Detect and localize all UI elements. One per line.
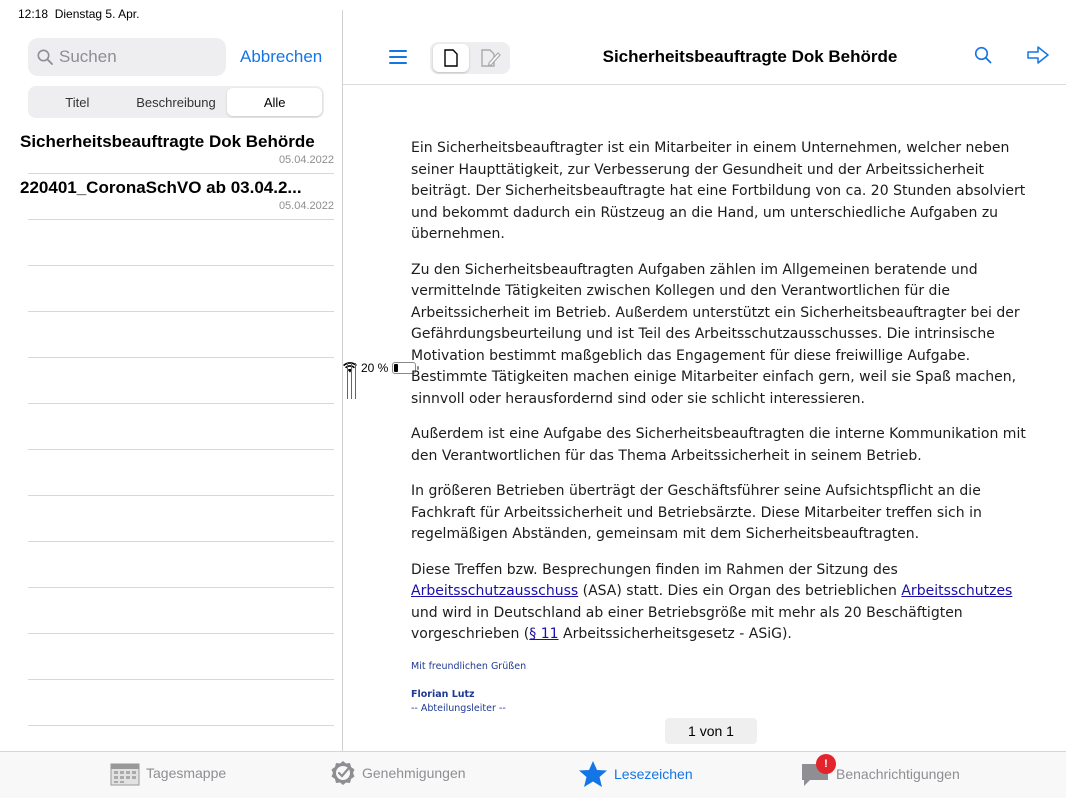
document-title: Sicherheitsbeauftragte Dok Behörde <box>20 132 315 151</box>
tab-label: Tagesmappe <box>146 765 227 781</box>
segment-titel[interactable]: Titel <box>30 88 125 116</box>
tab-label: Benachrichtigungen <box>836 766 960 782</box>
document-date: 05.04.2022 <box>278 200 334 212</box>
empty-row <box>0 680 342 726</box>
tab-benachrichtigungen[interactable]: ! Benachrichtigungen <box>800 754 960 788</box>
search-field[interactable]: Suchen <box>28 38 226 76</box>
list-item[interactable]: Sicherheitsbeauftragte Dok Behörde 05.04… <box>0 128 342 174</box>
document-icon <box>444 49 458 67</box>
empty-row <box>0 634 342 680</box>
page-indicator: 1 von 1 <box>665 718 757 744</box>
link-arbeitsschutzausschuss[interactable]: Arbeitsschutzausschuss <box>411 583 578 599</box>
empty-row <box>0 266 342 312</box>
status-date: Dienstag 5. Apr. <box>54 7 140 21</box>
sidebar: Suchen Abbrechen Titel Beschreibung Alle… <box>0 28 342 751</box>
document-date: 05.04.2022 <box>278 154 334 166</box>
empty-row <box>0 588 342 634</box>
document-title: 220401_CoronaSchVO ab 03.04.2... <box>20 178 302 197</box>
greeting: Mit freundlichen Grüßen <box>411 660 527 672</box>
status-time: 12:18 Dienstag 5. Apr. <box>18 7 140 21</box>
segment-alle[interactable]: Alle <box>227 88 323 116</box>
menu-icon[interactable] <box>389 50 407 64</box>
tab-label: Genehmigungen <box>362 765 466 781</box>
empty-row <box>0 404 342 450</box>
document-view-button[interactable] <box>433 44 469 72</box>
empty-row <box>0 220 342 266</box>
search-placeholder: Suchen <box>59 47 117 66</box>
signature-name: Florian Lutz <box>411 688 475 700</box>
status-bar: 12:18 Dienstag 5. Apr. 20 % <box>0 0 1066 375</box>
tab-tagesmappe[interactable]: Tagesmappe <box>110 760 226 786</box>
empty-row <box>0 542 342 588</box>
document-title-header: Sicherheitsbeauftragte Dok Behörde <box>602 47 898 66</box>
paragraph: Ein Sicherheitsbeauftragter ist ein Mita… <box>411 140 1026 242</box>
search-icon[interactable] <box>974 46 992 64</box>
segment-beschreibung[interactable]: Beschreibung <box>129 88 224 116</box>
paragraph: In größeren Betrieben überträgt der Gesc… <box>411 483 982 542</box>
paragraph: Außerdem ist eine Aufgabe des Sicherheit… <box>411 426 1026 464</box>
view-mode-toggle <box>430 42 510 74</box>
star-icon <box>579 761 607 787</box>
empty-row <box>0 312 342 358</box>
checkmark-badge-icon <box>331 761 355 785</box>
link-arbeitsschutzes[interactable]: Arbeitsschutzes <box>901 583 1012 599</box>
annotate-view-button[interactable] <box>473 44 509 72</box>
tab-genehmigungen[interactable]: Genehmigungen <box>330 760 466 786</box>
notification-badge: ! <box>816 754 836 774</box>
link-paragraph-11[interactable]: § 11 <box>529 626 558 642</box>
document-viewer: Sicherheitsbeauftragte Dok Behörde Ein S… <box>343 28 1066 751</box>
tab-lesezeichen[interactable]: Lesezeichen <box>578 760 693 788</box>
tab-bar: Tagesmappe Genehmigungen Lesezeichen ! B… <box>0 751 1066 798</box>
document-edit-icon <box>481 49 501 67</box>
paragraph: Zu den Sicherheitsbeauftragten Aufgaben … <box>411 261 1020 407</box>
empty-row <box>0 358 342 404</box>
search-scope-segmented-control: Titel Beschreibung Alle <box>28 86 324 118</box>
empty-row <box>0 450 342 496</box>
search-icon <box>37 49 53 65</box>
document-list: Sicherheitsbeauftragte Dok Behörde 05.04… <box>0 128 342 726</box>
signature-role: -- Abteilungsleiter -- <box>411 702 506 714</box>
tab-label: Lesezeichen <box>614 766 693 782</box>
document-body: Ein Sicherheitsbeauftragter ist ein Mita… <box>411 138 1031 716</box>
calendar-icon <box>110 763 140 786</box>
navigation-bar: Sicherheitsbeauftragte Dok Behörde <box>343 28 1066 85</box>
empty-row <box>0 496 342 542</box>
paragraph: Diese Treffen bzw. Besprechungen finden … <box>411 561 1013 643</box>
forward-arrow-icon[interactable] <box>1027 46 1049 64</box>
notification-icon-wrap: ! <box>800 754 836 788</box>
list-item[interactable]: 220401_CoronaSchVO ab 03.04.2... 05.04.2… <box>0 174 342 220</box>
cancel-button[interactable]: Abbrechen <box>240 47 322 67</box>
